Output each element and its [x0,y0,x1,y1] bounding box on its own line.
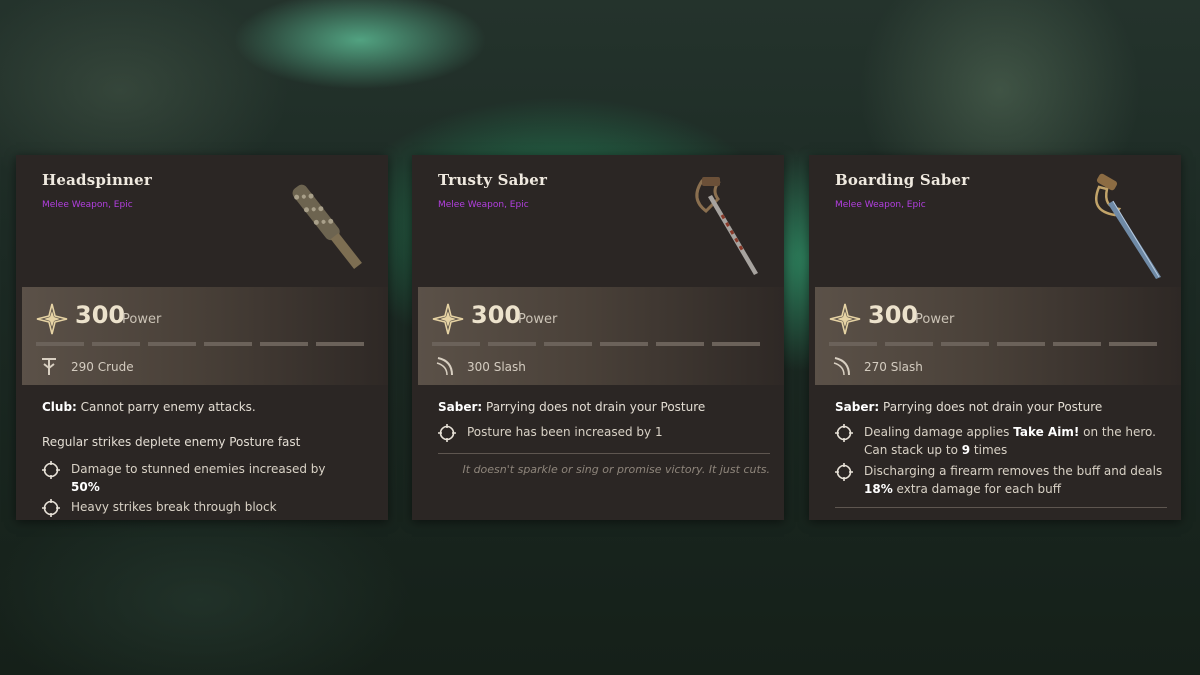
perk-ring-icon [42,461,60,479]
weapon-card-headspinner[interactable]: Headspinner Melee Weapon, Epic 300 Power [16,155,388,520]
weapon-description: Club: Cannot parry enemy attacks. [42,398,372,416]
weapon-name: Headspinner [42,171,153,189]
perk-value: 50% [71,480,100,494]
power-segment [829,342,877,346]
power-segment [712,342,760,346]
power-value: 300 [868,301,919,329]
perk-item: Posture has been increased by 1 [438,423,770,442]
weapon-type: Saber: [438,400,483,414]
weapon-type: Club: [42,400,77,414]
divider [438,453,770,454]
perk-ring-icon [835,463,853,481]
power-segment [92,342,140,346]
weapon-name: Boarding Saber [835,171,970,189]
damage-stat: 300 Slash [467,360,526,374]
power-label: Power [518,312,558,327]
weapon-card-boarding-saber[interactable]: Boarding Saber Melee Weapon, Epic 300 Po… [809,155,1181,520]
perk-text: Posture has been increased by 1 [467,425,663,439]
weapon-type-effect: Parrying does not drain your Posture [482,400,706,414]
perk-text: Discharging a firearm removes the buff a… [864,464,1163,478]
power-segment [260,342,308,346]
power-segment [544,342,592,346]
perk-value: 9 [961,443,971,457]
crude-damage-icon [42,358,56,375]
power-segment [1109,342,1157,346]
damage-stat: 290 Crude [71,360,134,374]
perk-item: Discharging a firearm removes the buff a… [835,462,1167,498]
perk-ring-icon [835,424,853,442]
weapon-type-effect: Parrying does not drain your Posture [879,400,1103,414]
power-segment [432,342,480,346]
perk-highlight: Take Aim! [1013,425,1080,439]
power-segment [600,342,648,346]
slash-damage-icon [436,357,453,376]
power-segment [488,342,536,346]
power-star-icon [829,303,861,335]
weapon-rarity: Melee Weapon, Epic [42,200,133,210]
perk-text: extra damage for each buff [892,482,1062,496]
power-value: 300 [75,301,126,329]
power-label: Power [122,312,162,327]
power-segment [656,342,704,346]
power-panel: 300 Power 270 Slash [815,287,1181,385]
perk-text: Dealing damage applies [864,425,1014,439]
weapon-name: Trusty Saber [438,171,548,189]
perk-ring-icon [438,424,456,442]
perk-text: Heavy strikes break through block [71,500,277,514]
power-segments [432,342,760,346]
power-value: 300 [471,301,522,329]
saber-icon [1095,173,1161,279]
power-panel: 300 Power 300 Slash [418,287,784,385]
weapon-type-effect: Cannot parry enemy attacks. [76,400,256,414]
power-segment [941,342,989,346]
weapon-trait: Regular strikes deplete enemy Posture fa… [42,435,301,449]
weapon-rarity: Melee Weapon, Epic [835,200,926,210]
flavor-text: It doesn't sparkle or sing or promise vi… [462,463,770,476]
power-segment [36,342,84,346]
weapon-card-trusty-saber[interactable]: Trusty Saber Melee Weapon, Epic 300 Powe… [412,155,784,520]
saber-icon [695,177,758,275]
slash-damage-icon [833,357,850,376]
power-segments [829,342,1157,346]
power-segments [36,342,364,346]
power-segment [997,342,1045,346]
damage-stat: 270 Slash [864,360,923,374]
power-label: Power [915,312,955,327]
power-panel: 300 Power 290 Crude [22,287,388,385]
perk-text: times [970,443,1008,457]
power-segment [1053,342,1101,346]
perk-value: 18% [864,482,893,496]
weapon-type: Saber: [835,400,880,414]
power-segment [885,342,933,346]
perk-ring-icon [42,499,60,517]
power-segment [148,342,196,346]
perk-item: Dealing damage applies Take Aim! on the … [835,423,1167,459]
power-star-icon [36,303,68,335]
perk-item: Heavy strikes break through block [42,498,374,517]
weapon-rarity: Melee Weapon, Epic [438,200,529,210]
spiked-club-icon [292,184,362,270]
power-segment [316,342,364,346]
weapon-description: Saber: Parrying does not drain your Post… [835,398,1165,416]
power-star-icon [432,303,464,335]
perk-text: Damage to stunned enemies increased by [71,462,326,476]
power-segment [204,342,252,346]
perk-item: Damage to stunned enemies increased by 50… [42,460,374,496]
weapon-description: Saber: Parrying does not drain your Post… [438,398,768,416]
divider [835,507,1167,508]
